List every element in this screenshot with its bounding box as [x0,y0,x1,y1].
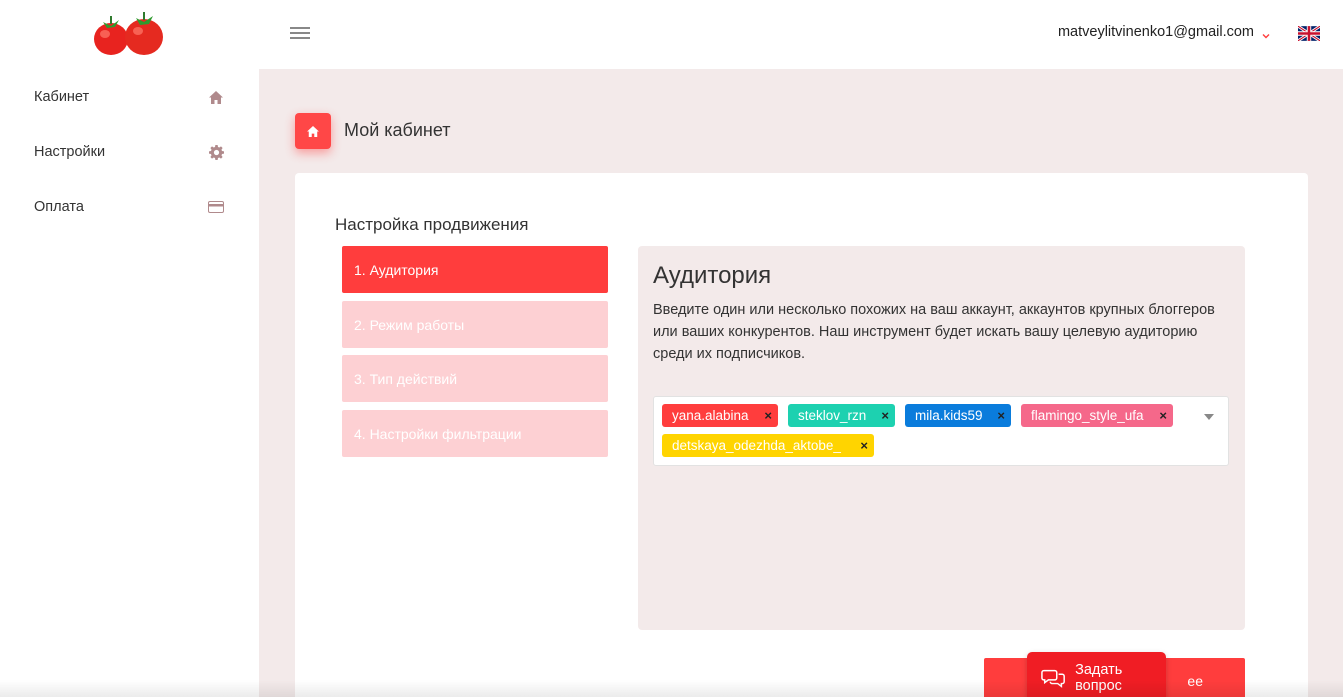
ask-question-button[interactable]: Задать вопрос [1027,652,1166,697]
tag-chip: detskaya_odezhda_aktobe_ × [662,434,874,457]
sidebar-item-settings[interactable]: Настройки [34,140,224,164]
home-icon [208,89,224,105]
tag-chip: steklov_rzn × [788,404,895,427]
audience-tags-select[interactable]: yana.alabina × steklov_rzn × mila.kids59… [653,396,1229,466]
step-filter-settings[interactable]: 4. Настройки фильтрации [342,410,608,457]
tag-chip: mila.kids59 × [905,404,1011,427]
page-title: Мой кабинет [344,120,451,140]
home-icon [307,125,319,137]
tag-label: detskaya_odezhda_aktobe_ [672,438,841,453]
tag-label: yana.alabina [672,408,749,423]
step-action-type[interactable]: 3. Тип действий [342,355,608,402]
tag-label: mila.kids59 [915,408,983,423]
sidebar-item-label: Оплата [34,199,84,215]
dropdown-arrow-icon[interactable] [1204,414,1214,420]
card-title: Настройка продвижения [335,215,529,234]
sidebar-item-label: Кабинет [34,89,90,105]
audience-panel: Аудитория Введите один или несколько пох… [638,246,1245,630]
remove-tag-icon[interactable]: × [764,408,772,423]
sidebar-item-label: Настройки [34,144,106,160]
ask-question-label: Задать вопрос [1075,662,1123,694]
chevron-down-icon[interactable] [1261,28,1271,39]
tag-label: flamingo_style_ufa [1031,408,1144,423]
tag-label: steklov_rzn [798,408,867,423]
promotion-settings-card: Настройка продвижения 1. Аудитория 2. Ре… [295,173,1308,697]
remove-tag-icon[interactable]: × [997,408,1005,423]
remove-tag-icon[interactable]: × [881,408,889,423]
remove-tag-icon[interactable]: × [1159,408,1167,423]
user-email-dropdown[interactable]: matveylitvinenko1@gmail.com [1058,24,1254,40]
sidebar: Кабинет Настройки Оплата [0,0,259,697]
step-audience[interactable]: 1. Аудитория [342,246,608,293]
tag-chip: flamingo_style_ufa × [1021,404,1173,427]
hamburger-menu-icon[interactable] [290,27,310,41]
tomatoes-logo[interactable] [93,10,165,58]
next-button-label: ее [1187,672,1203,689]
gear-icon [208,144,224,160]
uk-flag-icon[interactable] [1297,24,1321,43]
sidebar-item-cabinet[interactable]: Кабинет [34,85,224,109]
sidebar-item-payment[interactable]: Оплата [34,195,224,219]
panel-description: Введите один или несколько похожих на ва… [653,302,1215,362]
step-work-mode[interactable]: 2. Режим работы [342,301,608,348]
top-header: matveylitvinenko1@gmail.com [259,0,1343,69]
credit-card-icon [208,199,224,215]
tag-chip: yana.alabina × [662,404,778,427]
panel-title: Аудитория [653,262,772,289]
remove-tag-icon[interactable]: × [860,438,868,453]
page-home-badge [295,113,331,149]
chat-bubbles-icon [1041,669,1065,688]
